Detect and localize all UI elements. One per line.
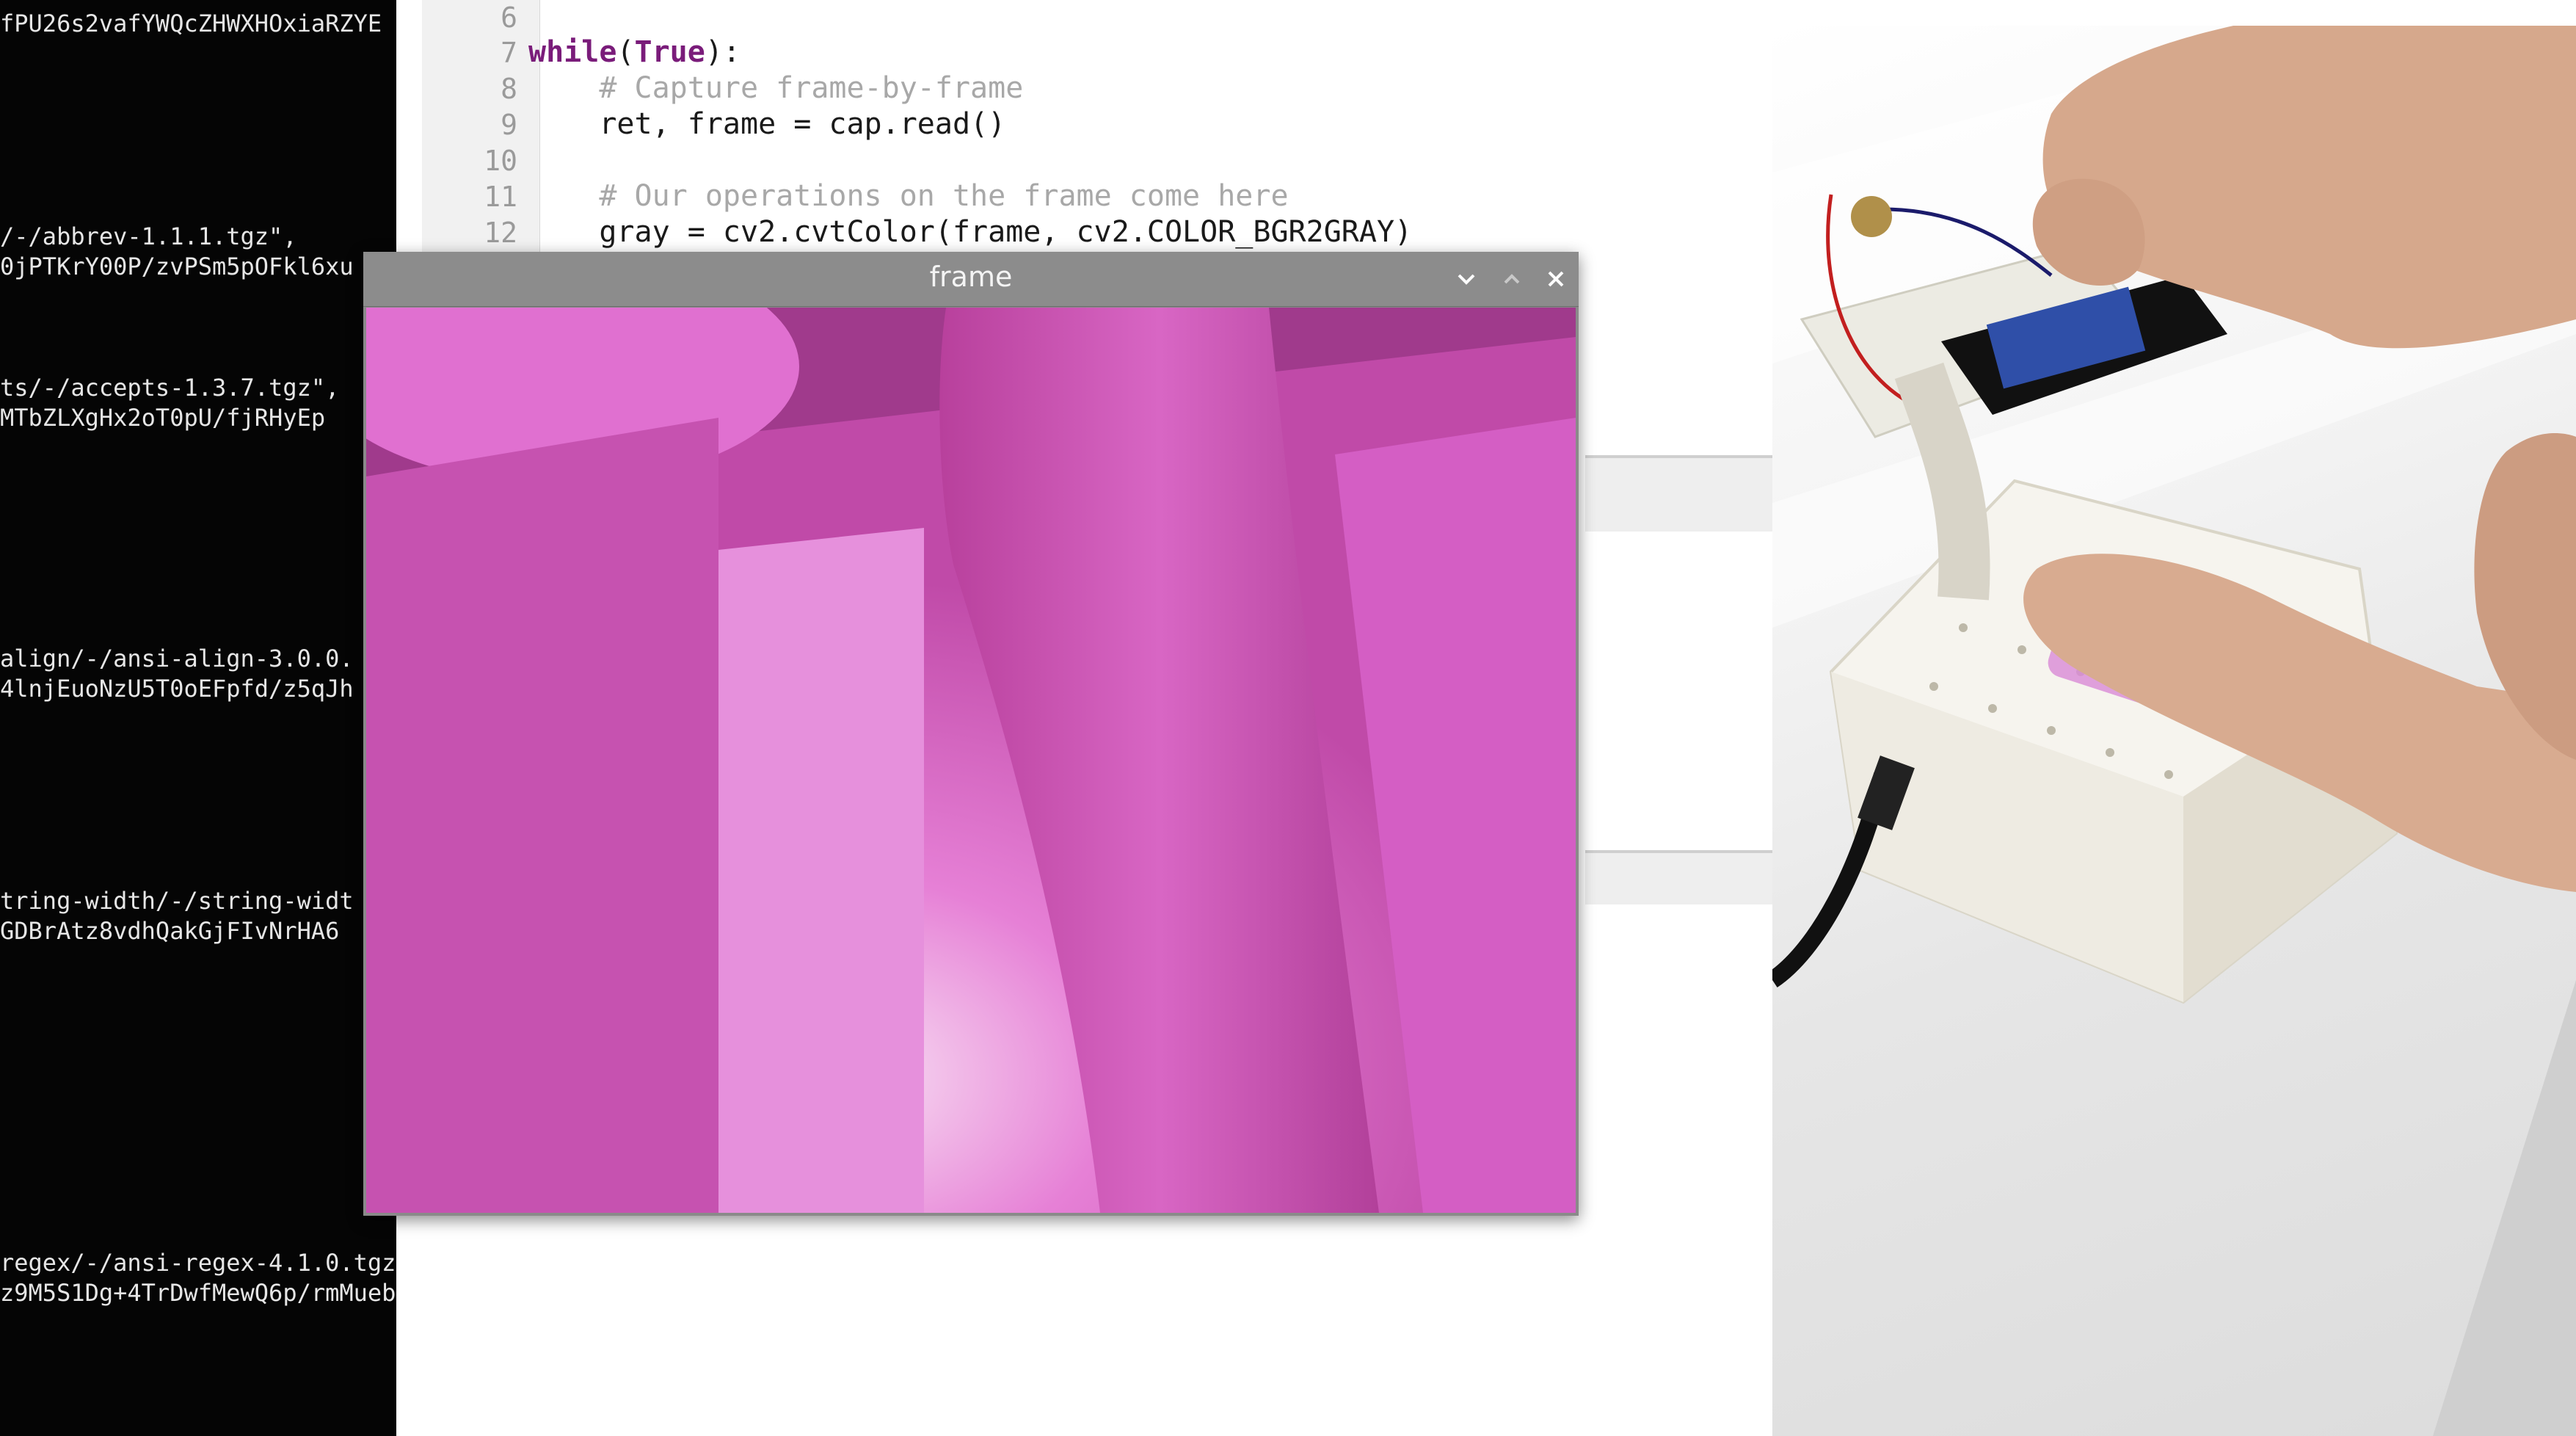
frame-titlebar[interactable]: frame	[363, 252, 1579, 307]
keyword-while: while	[528, 35, 617, 69]
line-number: 7	[501, 37, 517, 69]
terminal-line: ts/-/accepts-1.3.7.tgz",	[0, 374, 340, 402]
line-number: 6	[501, 1, 517, 34]
code-line-7[interactable]: while(True):	[528, 35, 741, 69]
camera-photo	[1772, 26, 2576, 1436]
keyword-true: True	[634, 35, 705, 69]
terminal-line: regex/-/ansi-regex-4.1.0.tgz",	[0, 1249, 424, 1277]
line-number: 10	[484, 145, 517, 177]
terminal-line: MTbZLXgHx2oT0pU/fjRHyEp	[0, 404, 326, 432]
line-number: 8	[501, 73, 517, 105]
code-token: ):	[705, 35, 741, 69]
maximize-button[interactable]	[1495, 262, 1529, 296]
code-line-8[interactable]: # Capture frame-by-frame	[528, 71, 1023, 105]
line-number: 11	[484, 181, 517, 213]
terminal-line: fPU26s2vafYWQcZHWXHOxiaRZYE	[0, 10, 382, 37]
terminal-line: 4lnjEuoNzU5T0oEFpfd/z5qJh	[0, 675, 354, 703]
close-icon	[1548, 271, 1564, 287]
editor-panel	[1585, 853, 1776, 904]
terminal-line: /-/abbrev-1.1.1.tgz",	[0, 222, 297, 250]
terminal-line: align/-/ansi-align-3.0.0.	[0, 645, 354, 672]
terminal-line: 0jPTKrY00P/zvPSm5pOFkl6xu	[0, 253, 354, 280]
camera-feed-image	[366, 308, 1576, 1213]
close-button[interactable]	[1539, 262, 1573, 296]
terminal-line: GDBrAtz8vdhQakGjFIvNrHA6	[0, 917, 340, 945]
frame-window[interactable]: frame	[363, 252, 1579, 1216]
code-line-11[interactable]: # Our operations on the frame come here	[528, 179, 1288, 213]
line-number-gutter: 6 7 8 9 10 11 12	[422, 0, 540, 279]
frame-title: frame	[929, 261, 1013, 293]
camera-feed	[366, 308, 1576, 1213]
chevron-down-icon	[1458, 274, 1475, 285]
terminal-line: tring-width/-/string-widt	[0, 887, 354, 915]
minimize-button[interactable]	[1449, 262, 1483, 296]
editor-panel	[1585, 458, 1776, 532]
code-line-9[interactable]: ret, frame = cap.read()	[528, 107, 1005, 141]
code-token: (	[616, 35, 635, 69]
line-number: 12	[484, 217, 517, 249]
code-line-12[interactable]: gray = cv2.cvtColor(frame, cv2.COLOR_BGR…	[528, 215, 1412, 249]
camera-photo-illustration	[1772, 26, 2576, 1436]
chevron-up-icon	[1504, 274, 1520, 284]
line-number: 9	[501, 109, 517, 141]
